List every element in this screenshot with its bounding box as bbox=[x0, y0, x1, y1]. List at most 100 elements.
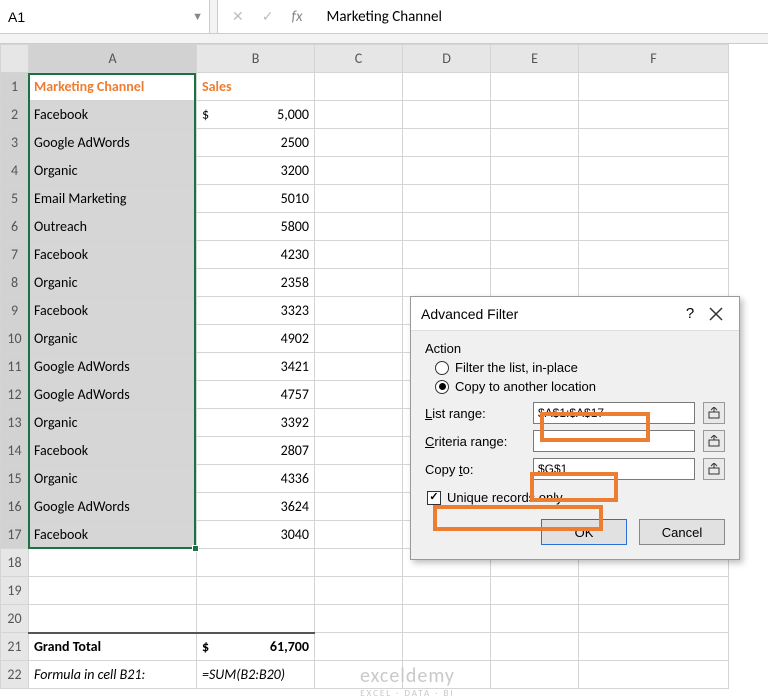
cell-B17[interactable]: 3040 bbox=[197, 521, 315, 549]
cell-E3[interactable] bbox=[491, 129, 579, 157]
cell-F7[interactable] bbox=[579, 241, 729, 269]
cell-B13[interactable]: 3392 bbox=[197, 409, 315, 437]
cell-C17[interactable] bbox=[315, 521, 403, 549]
ok-button[interactable]: OK bbox=[541, 519, 627, 545]
cell-A5[interactable]: Email Marketing bbox=[29, 185, 197, 213]
cell-C18[interactable] bbox=[315, 549, 403, 577]
cell-B3[interactable]: 2500 bbox=[197, 129, 315, 157]
cell-B11[interactable]: 3421 bbox=[197, 353, 315, 381]
cell-B22[interactable]: =SUM(B2:B20) bbox=[197, 661, 315, 689]
row-header-12[interactable]: 12 bbox=[1, 381, 29, 409]
cell-C5[interactable] bbox=[315, 185, 403, 213]
row-header-6[interactable]: 6 bbox=[1, 213, 29, 241]
row-header-18[interactable]: 18 bbox=[1, 549, 29, 577]
cell-F2[interactable] bbox=[579, 101, 729, 129]
radio-filter-inplace[interactable]: Filter the list, in-place bbox=[435, 360, 725, 375]
cell-A3[interactable]: Google AdWords bbox=[29, 129, 197, 157]
cell-D8[interactable] bbox=[403, 269, 491, 297]
cell-A19[interactable] bbox=[29, 577, 197, 605]
cell-F5[interactable] bbox=[579, 185, 729, 213]
cell-B21[interactable]: $61,700 bbox=[197, 633, 315, 661]
col-header-B[interactable]: B bbox=[197, 45, 315, 73]
cell-A8[interactable]: Organic bbox=[29, 269, 197, 297]
cell-A12[interactable]: Google AdWords bbox=[29, 381, 197, 409]
cell-D21[interactable] bbox=[403, 633, 491, 661]
row-header-3[interactable]: 3 bbox=[1, 129, 29, 157]
cell-F6[interactable] bbox=[579, 213, 729, 241]
fx-icon[interactable]: fx bbox=[291, 8, 302, 26]
row-header-2[interactable]: 2 bbox=[1, 101, 29, 129]
cell-E21[interactable] bbox=[491, 633, 579, 661]
criteria-range-input[interactable] bbox=[533, 430, 695, 452]
formula-bar-input[interactable]: Marketing Channel bbox=[317, 0, 768, 33]
cell-A21[interactable]: Grand Total bbox=[29, 633, 197, 661]
range-picker-icon[interactable] bbox=[703, 458, 725, 480]
cell-D3[interactable] bbox=[403, 129, 491, 157]
cell-E2[interactable] bbox=[491, 101, 579, 129]
cell-A16[interactable]: Google AdWords bbox=[29, 493, 197, 521]
cell-F4[interactable] bbox=[579, 157, 729, 185]
cell-E5[interactable] bbox=[491, 185, 579, 213]
cell-B20[interactable] bbox=[197, 605, 315, 633]
cell-B16[interactable]: 3624 bbox=[197, 493, 315, 521]
cell-C12[interactable] bbox=[315, 381, 403, 409]
cell-A10[interactable]: Organic bbox=[29, 325, 197, 353]
copy-to-input[interactable]: $G$1 bbox=[533, 458, 695, 480]
cell-C21[interactable] bbox=[315, 633, 403, 661]
cell-B19[interactable] bbox=[197, 577, 315, 605]
cell-F21[interactable] bbox=[579, 633, 729, 661]
cell-D20[interactable] bbox=[403, 605, 491, 633]
cell-B18[interactable] bbox=[197, 549, 315, 577]
select-all-corner[interactable] bbox=[1, 45, 29, 73]
row-header-11[interactable]: 11 bbox=[1, 353, 29, 381]
row-header-4[interactable]: 4 bbox=[1, 157, 29, 185]
cell-C20[interactable] bbox=[315, 605, 403, 633]
cell-E22[interactable] bbox=[491, 661, 579, 689]
cell-F1[interactable] bbox=[579, 73, 729, 101]
row-header-9[interactable]: 9 bbox=[1, 297, 29, 325]
cell-C19[interactable] bbox=[315, 577, 403, 605]
row-header-19[interactable]: 19 bbox=[1, 577, 29, 605]
cell-A14[interactable]: Facebook bbox=[29, 437, 197, 465]
unique-records-checkbox[interactable]: Unique records only bbox=[427, 490, 725, 505]
cell-A11[interactable]: Google AdWords bbox=[29, 353, 197, 381]
cell-C2[interactable] bbox=[315, 101, 403, 129]
list-range-input[interactable]: $A$1:$A$17 bbox=[533, 402, 695, 424]
cell-D2[interactable] bbox=[403, 101, 491, 129]
confirm-formula-icon[interactable]: ✓ bbox=[262, 8, 274, 25]
cell-F22[interactable] bbox=[579, 661, 729, 689]
cell-B2[interactable]: $5,000 bbox=[197, 101, 315, 129]
cell-C13[interactable] bbox=[315, 409, 403, 437]
row-header-10[interactable]: 10 bbox=[1, 325, 29, 353]
col-header-A[interactable]: A bbox=[29, 45, 197, 73]
cell-B1[interactable]: Sales bbox=[197, 73, 315, 101]
cell-A22[interactable]: Formula in cell B21: bbox=[29, 661, 197, 689]
col-header-D[interactable]: D bbox=[403, 45, 491, 73]
cell-A9[interactable]: Facebook bbox=[29, 297, 197, 325]
cell-A2[interactable]: Facebook bbox=[29, 101, 197, 129]
cell-E6[interactable] bbox=[491, 213, 579, 241]
col-header-E[interactable]: E bbox=[491, 45, 579, 73]
cell-C6[interactable] bbox=[315, 213, 403, 241]
cell-E4[interactable] bbox=[491, 157, 579, 185]
cell-B9[interactable]: 3323 bbox=[197, 297, 315, 325]
cancel-button[interactable]: Cancel bbox=[639, 519, 725, 545]
cell-F3[interactable] bbox=[579, 129, 729, 157]
cell-F20[interactable] bbox=[579, 605, 729, 633]
row-header-22[interactable]: 22 bbox=[1, 661, 29, 689]
cell-C1[interactable] bbox=[315, 73, 403, 101]
cell-B5[interactable]: 5010 bbox=[197, 185, 315, 213]
cell-C3[interactable] bbox=[315, 129, 403, 157]
row-header-17[interactable]: 17 bbox=[1, 521, 29, 549]
chevron-down-icon[interactable]: ▼ bbox=[192, 10, 203, 23]
cell-B15[interactable]: 4336 bbox=[197, 465, 315, 493]
cell-D7[interactable] bbox=[403, 241, 491, 269]
row-header-5[interactable]: 5 bbox=[1, 185, 29, 213]
cell-C16[interactable] bbox=[315, 493, 403, 521]
cell-B8[interactable]: 2358 bbox=[197, 269, 315, 297]
cell-F8[interactable] bbox=[579, 269, 729, 297]
cell-A4[interactable]: Organic bbox=[29, 157, 197, 185]
cell-A17[interactable]: Facebook bbox=[29, 521, 197, 549]
row-header-7[interactable]: 7 bbox=[1, 241, 29, 269]
row-header-13[interactable]: 13 bbox=[1, 409, 29, 437]
